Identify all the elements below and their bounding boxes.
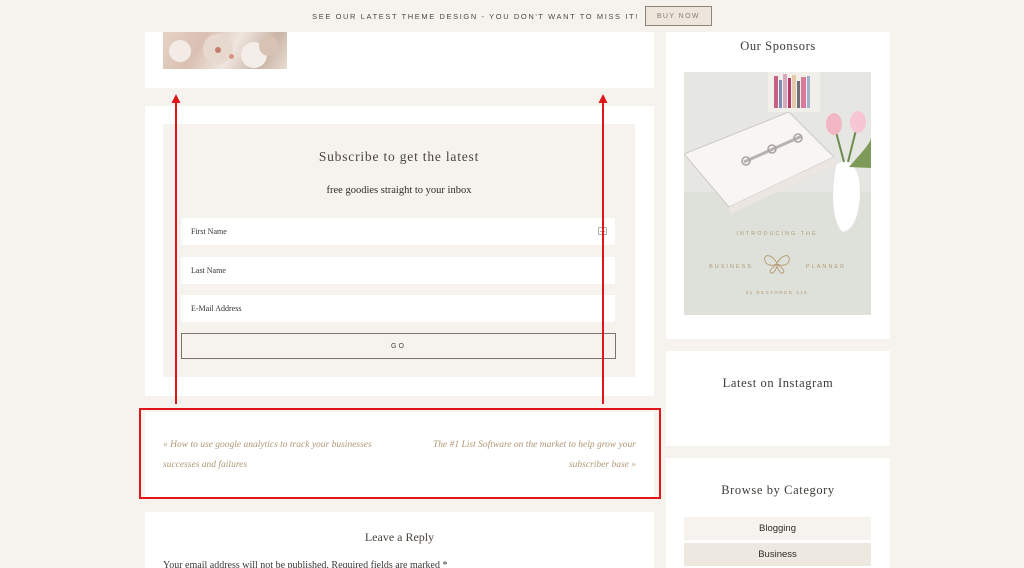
ad-line-2-right: PLANNER — [806, 264, 846, 270]
post-image — [163, 32, 287, 69]
go-button[interactable]: GO — [181, 333, 616, 359]
announcement-text: SEE OUR LATEST THEME DESIGN - YOU DON'T … — [312, 11, 639, 21]
next-post-line-1: The #1 List Software on the market to he… — [432, 440, 636, 450]
ad-line-2-left: BUSINESS — [709, 264, 753, 270]
sponsor-ad-illustration: INTRODUCING THE BUSINESS PLANNER by REST… — [684, 72, 871, 315]
left-arrow-head — [171, 94, 181, 103]
buy-now-button[interactable]: BUY NOW — [644, 6, 712, 26]
next-post-line-2: subscriber base » — [568, 460, 636, 470]
category-widget: Browse by Category Blogging Business — [666, 458, 890, 568]
top-announcement-bar: SEE OUR LATEST THEME DESIGN - YOU DON'T … — [0, 0, 1024, 32]
instagram-title: Latest on Instagram — [722, 376, 834, 390]
category-title: Browse by Category — [721, 483, 835, 497]
reply-card: Leave a Reply Your email address will no… — [145, 512, 654, 568]
reply-title: Leave a Reply — [364, 530, 435, 544]
subscribe-subtitle: free goodies straight to your inbox — [326, 185, 472, 196]
email-field[interactable]: E-Mail Address — [181, 295, 615, 322]
ad-line-1: INTRODUCING THE — [736, 231, 817, 237]
subscribe-card: Subscribe to get the latest free goodies… — [145, 106, 654, 396]
subscribe-title: Subscribe to get the latest — [318, 149, 480, 164]
previous-post-line-1: « How to use google analytics to track y… — [163, 440, 372, 450]
reply-note: Your email address will not be published… — [163, 560, 448, 568]
sponsors-title: Our Sponsors — [740, 39, 816, 53]
category-item-business[interactable]: Business — [684, 543, 871, 566]
post-navigation: « How to use google analytics to track y… — [145, 412, 654, 498]
first-name-placeholder: First Name — [191, 227, 227, 236]
email-placeholder: E-Mail Address — [191, 304, 242, 313]
sponsor-ad-image[interactable]: INTRODUCING THE BUSINESS PLANNER by REST… — [684, 72, 871, 315]
subscribe-form: Subscribe to get the latest free goodies… — [163, 124, 635, 377]
next-post-link[interactable]: The #1 List Software on the market to he… — [406, 435, 636, 475]
contact-card-icon — [598, 227, 607, 235]
category-item-blogging[interactable]: Blogging — [684, 517, 871, 540]
last-name-field[interactable]: Last Name — [181, 257, 615, 284]
ad-line-3: by RESTORED 316 — [746, 290, 808, 295]
first-name-field[interactable]: First Name — [181, 218, 615, 245]
instagram-widget: Latest on Instagram — [666, 351, 890, 446]
sponsors-widget: Our Sponsors INTRODUCING THE BUSINESS PL… — [666, 32, 890, 339]
post-card — [145, 32, 654, 88]
last-name-placeholder: Last Name — [191, 266, 226, 275]
previous-post-line-2: successes and failures — [163, 460, 248, 470]
right-arrow-head — [598, 94, 608, 103]
previous-post-link[interactable]: « How to use google analytics to track y… — [163, 435, 383, 475]
